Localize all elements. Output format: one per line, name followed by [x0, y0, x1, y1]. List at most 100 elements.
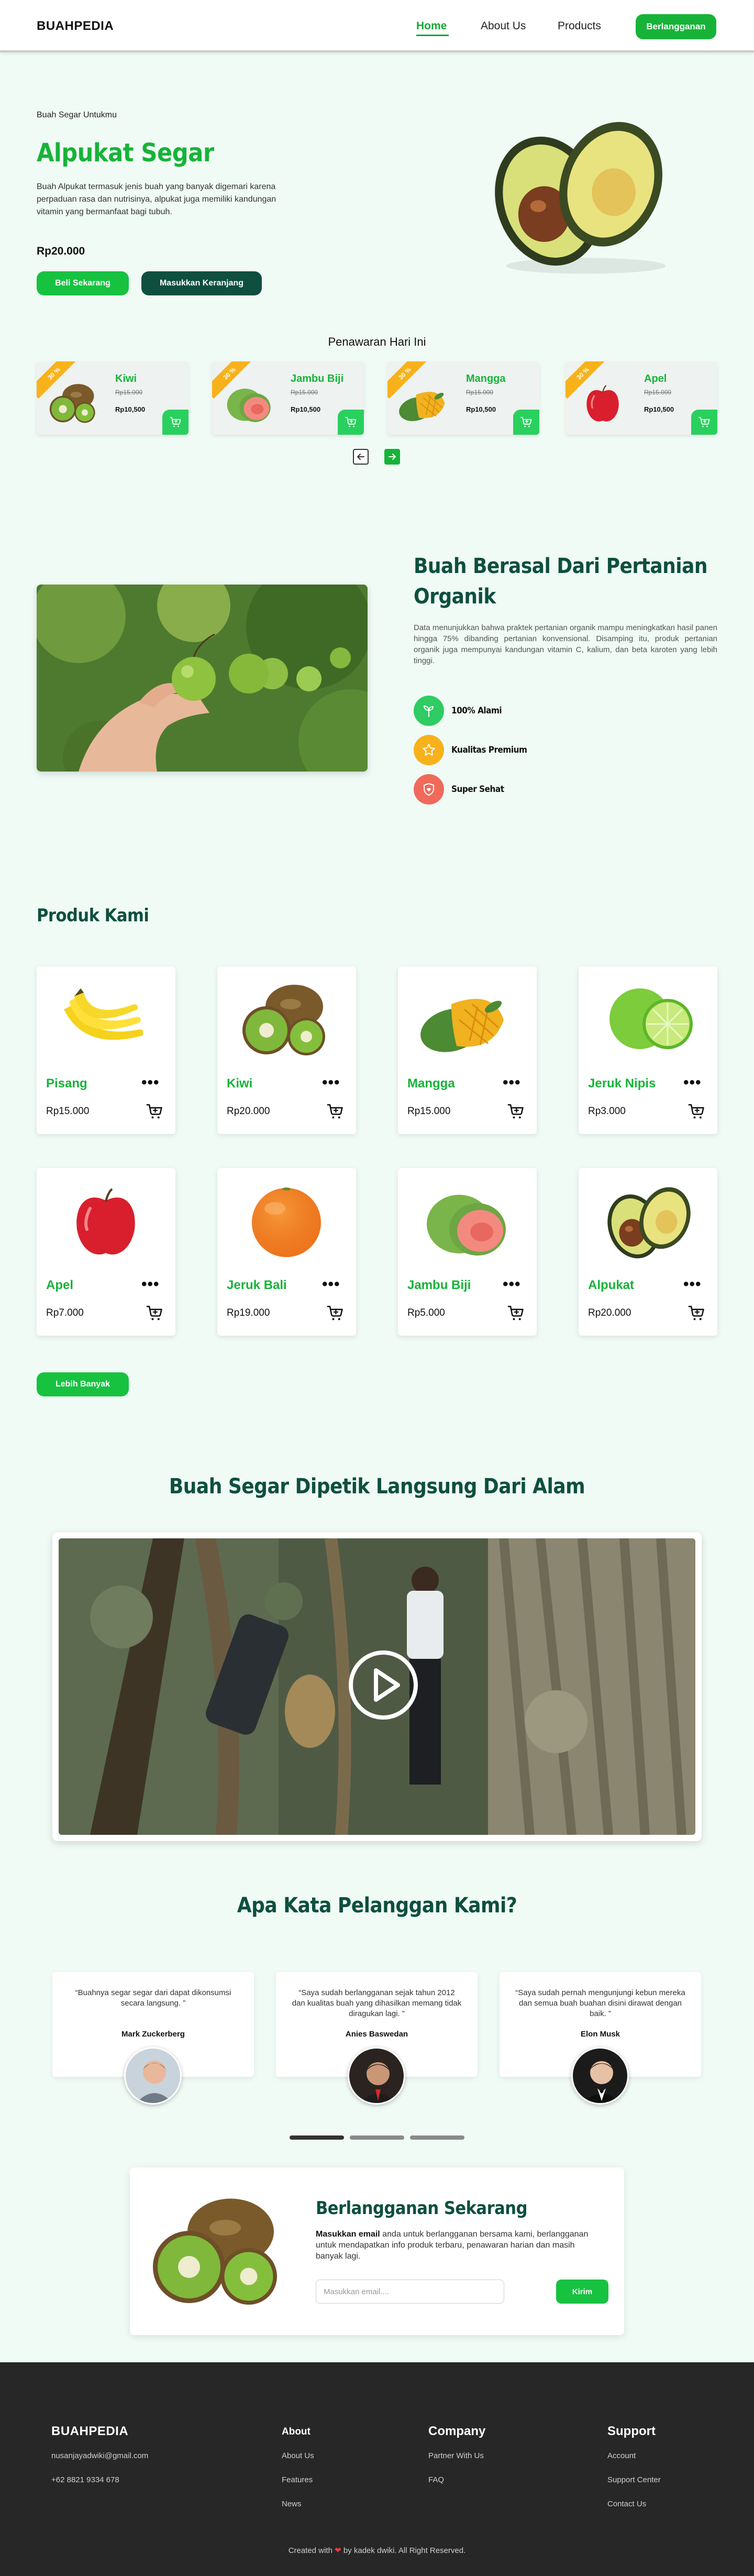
product-name: Pisang — [46, 1076, 87, 1091]
feature-natural: 100% Alami — [414, 695, 502, 726]
footer-link-support-center[interactable]: Support Center — [607, 2475, 661, 2484]
more-options-icon[interactable]: ••• — [141, 1276, 160, 1292]
organic-description: Data menunjukkan bahwa praktek pertanian… — [414, 623, 717, 665]
cart-icon[interactable] — [688, 1304, 705, 1322]
offer-cart-button[interactable] — [162, 410, 188, 435]
logo[interactable]: BUAHPEDIA — [37, 19, 114, 34]
cart-icon[interactable] — [507, 1304, 525, 1322]
testimonial-quote: “Saya sudah pernah mengunjungi kebun mer… — [515, 1988, 685, 2018]
avocado-hero-image — [476, 105, 675, 278]
add-to-cart-button[interactable]: Masukkan Keranjang — [141, 271, 262, 295]
product-name: Jambu Biji — [407, 1278, 471, 1292]
footer-phone[interactable]: +62 8821 9334 678 — [51, 2475, 119, 2484]
cart-icon[interactable] — [146, 1103, 163, 1120]
more-options-icon[interactable]: ••• — [322, 1075, 340, 1091]
product-card[interactable]: Jeruk Bali ••• Rp19.000 — [217, 1168, 356, 1336]
hero-description: Buah Alpukat termasuk jenis buah yang ba… — [37, 182, 276, 216]
more-options-icon[interactable]: ••• — [503, 1276, 521, 1292]
testimonial-name: Elon Musk — [580, 2030, 620, 2039]
product-price: Rp15.000 — [407, 1106, 451, 1117]
cart-icon[interactable] — [507, 1103, 525, 1120]
cart-icon — [520, 416, 533, 428]
nav-link-about-us[interactable]: About Us — [481, 20, 526, 32]
cart-icon[interactable] — [688, 1103, 705, 1120]
product-price: Rp19.000 — [227, 1307, 270, 1318]
carousel-dot-active[interactable] — [290, 2135, 344, 2140]
offer-card[interactable]: 30 % Mangga Rp15.000 Rp10,500 — [387, 361, 539, 435]
products-title: Produk Kami — [37, 905, 149, 926]
carousel-dot[interactable] — [410, 2135, 464, 2140]
footer-link-contact[interactable]: Contact Us — [607, 2500, 646, 2508]
offer-card[interactable]: 30 % Jambu Biji Rp15.000 Rp10,500 — [212, 361, 364, 435]
product-card[interactable]: Apel ••• Rp7.000 — [37, 1168, 175, 1336]
video-title: Buah Segar Dipetik Langsung Dari Alam — [169, 1474, 585, 1499]
avatar — [571, 2047, 629, 2105]
offer-cart-button[interactable] — [338, 410, 364, 435]
subscribe-section: Berlangganan Sekarang Masukkan email and… — [130, 2167, 624, 2335]
send-button[interactable]: Kirim — [556, 2280, 608, 2304]
testimonial-card: “Buahnya segar segar dari dapat dikonsum… — [52, 1972, 254, 2105]
footer-link-account[interactable]: Account — [607, 2451, 636, 2460]
hero-price: Rp20.000 — [37, 245, 85, 257]
guava-image — [220, 377, 278, 430]
more-options-icon[interactable]: ••• — [683, 1276, 702, 1292]
star-icon — [414, 735, 444, 765]
more-options-icon[interactable]: ••• — [503, 1075, 521, 1091]
carousel-next-button[interactable] — [384, 449, 400, 465]
offer-card[interactable]: 30 % Kiwi Rp15.000 Rp10,500 — [37, 361, 188, 435]
product-card[interactable]: Jeruk Nipis ••• Rp3.000 — [579, 966, 717, 1134]
product-price: Rp3.000 — [588, 1106, 626, 1117]
footer-link-news[interactable]: News — [282, 2500, 302, 2508]
more-options-icon[interactable]: ••• — [683, 1075, 702, 1091]
navbar: BUAHPEDIA Home About Us Products Berlang… — [0, 0, 754, 52]
see-more-button[interactable]: Lebih Banyak — [37, 1372, 129, 1396]
offer-name: Jambu Biji — [291, 373, 344, 384]
email-input[interactable] — [316, 2280, 504, 2304]
carousel-dot[interactable] — [350, 2135, 404, 2140]
offer-new-price: Rp10,500 — [466, 405, 496, 413]
organic-farm-photo — [37, 585, 368, 772]
product-name: Jeruk Nipis — [588, 1076, 656, 1091]
more-options-icon[interactable]: ••• — [141, 1075, 160, 1091]
copyright-suffix: by kadek dwiki. All Right Reserved. — [341, 2546, 466, 2555]
product-card[interactable]: Kiwi ••• Rp20.000 — [217, 966, 356, 1134]
offer-old-price: Rp15.000 — [466, 389, 494, 396]
video-player[interactable] — [52, 1532, 702, 1841]
offer-cart-button[interactable] — [513, 410, 539, 435]
product-name: Mangga — [407, 1076, 455, 1091]
feature-premium: Kualitas Premium — [414, 734, 527, 766]
footer-link-partner[interactable]: Partner With Us — [428, 2451, 484, 2460]
footer-link-about-us[interactable]: About Us — [282, 2451, 314, 2460]
cart-icon[interactable] — [326, 1103, 344, 1120]
nav-link-products[interactable]: Products — [558, 20, 601, 32]
offer-card[interactable]: 30 % Apel Rp15.000 Rp10,500 — [566, 361, 717, 435]
product-price: Rp5.000 — [407, 1307, 445, 1318]
product-card[interactable]: Pisang ••• Rp15.000 — [37, 966, 175, 1134]
product-card[interactable]: Mangga ••• Rp15.000 — [398, 966, 537, 1134]
arrow-right-icon — [389, 454, 396, 460]
cart-icon[interactable] — [326, 1304, 344, 1322]
footer-link-features[interactable]: Features — [282, 2475, 313, 2484]
cart-icon — [345, 416, 357, 428]
buy-now-button[interactable]: Beli Sekarang — [37, 271, 129, 295]
testimonial-card: “Saya sudah berlangganan sejak tahun 201… — [276, 1972, 478, 2105]
cart-icon[interactable] — [146, 1304, 163, 1322]
active-nav-underline — [416, 35, 449, 36]
avocado-image — [595, 1180, 700, 1263]
subscribe-button[interactable]: Berlangganan — [636, 14, 716, 39]
play-icon[interactable] — [347, 1648, 420, 1722]
kiwi-image — [234, 978, 339, 1062]
more-options-icon[interactable]: ••• — [322, 1276, 340, 1292]
product-card[interactable]: Jambu Biji ••• Rp5.000 — [398, 1168, 537, 1336]
footer-company-heading: Company — [428, 2424, 486, 2438]
footer-email[interactable]: nusanjayadwiki@gmail.com — [51, 2451, 148, 2460]
nav-link-home[interactable]: Home — [416, 20, 447, 32]
offer-cart-button[interactable] — [691, 410, 717, 435]
footer-link-faq[interactable]: FAQ — [428, 2475, 444, 2484]
testimonial-name: Mark Zuckerberg — [121, 2030, 185, 2039]
guava-image — [415, 1180, 519, 1263]
footer-support-heading: Support — [607, 2424, 656, 2438]
carousel-prev-button[interactable] — [353, 449, 369, 465]
product-card[interactable]: Alpukat ••• Rp20.000 — [579, 1168, 717, 1336]
copyright: Created with ❤ by kadek dwiki. All Right… — [0, 2546, 754, 2555]
